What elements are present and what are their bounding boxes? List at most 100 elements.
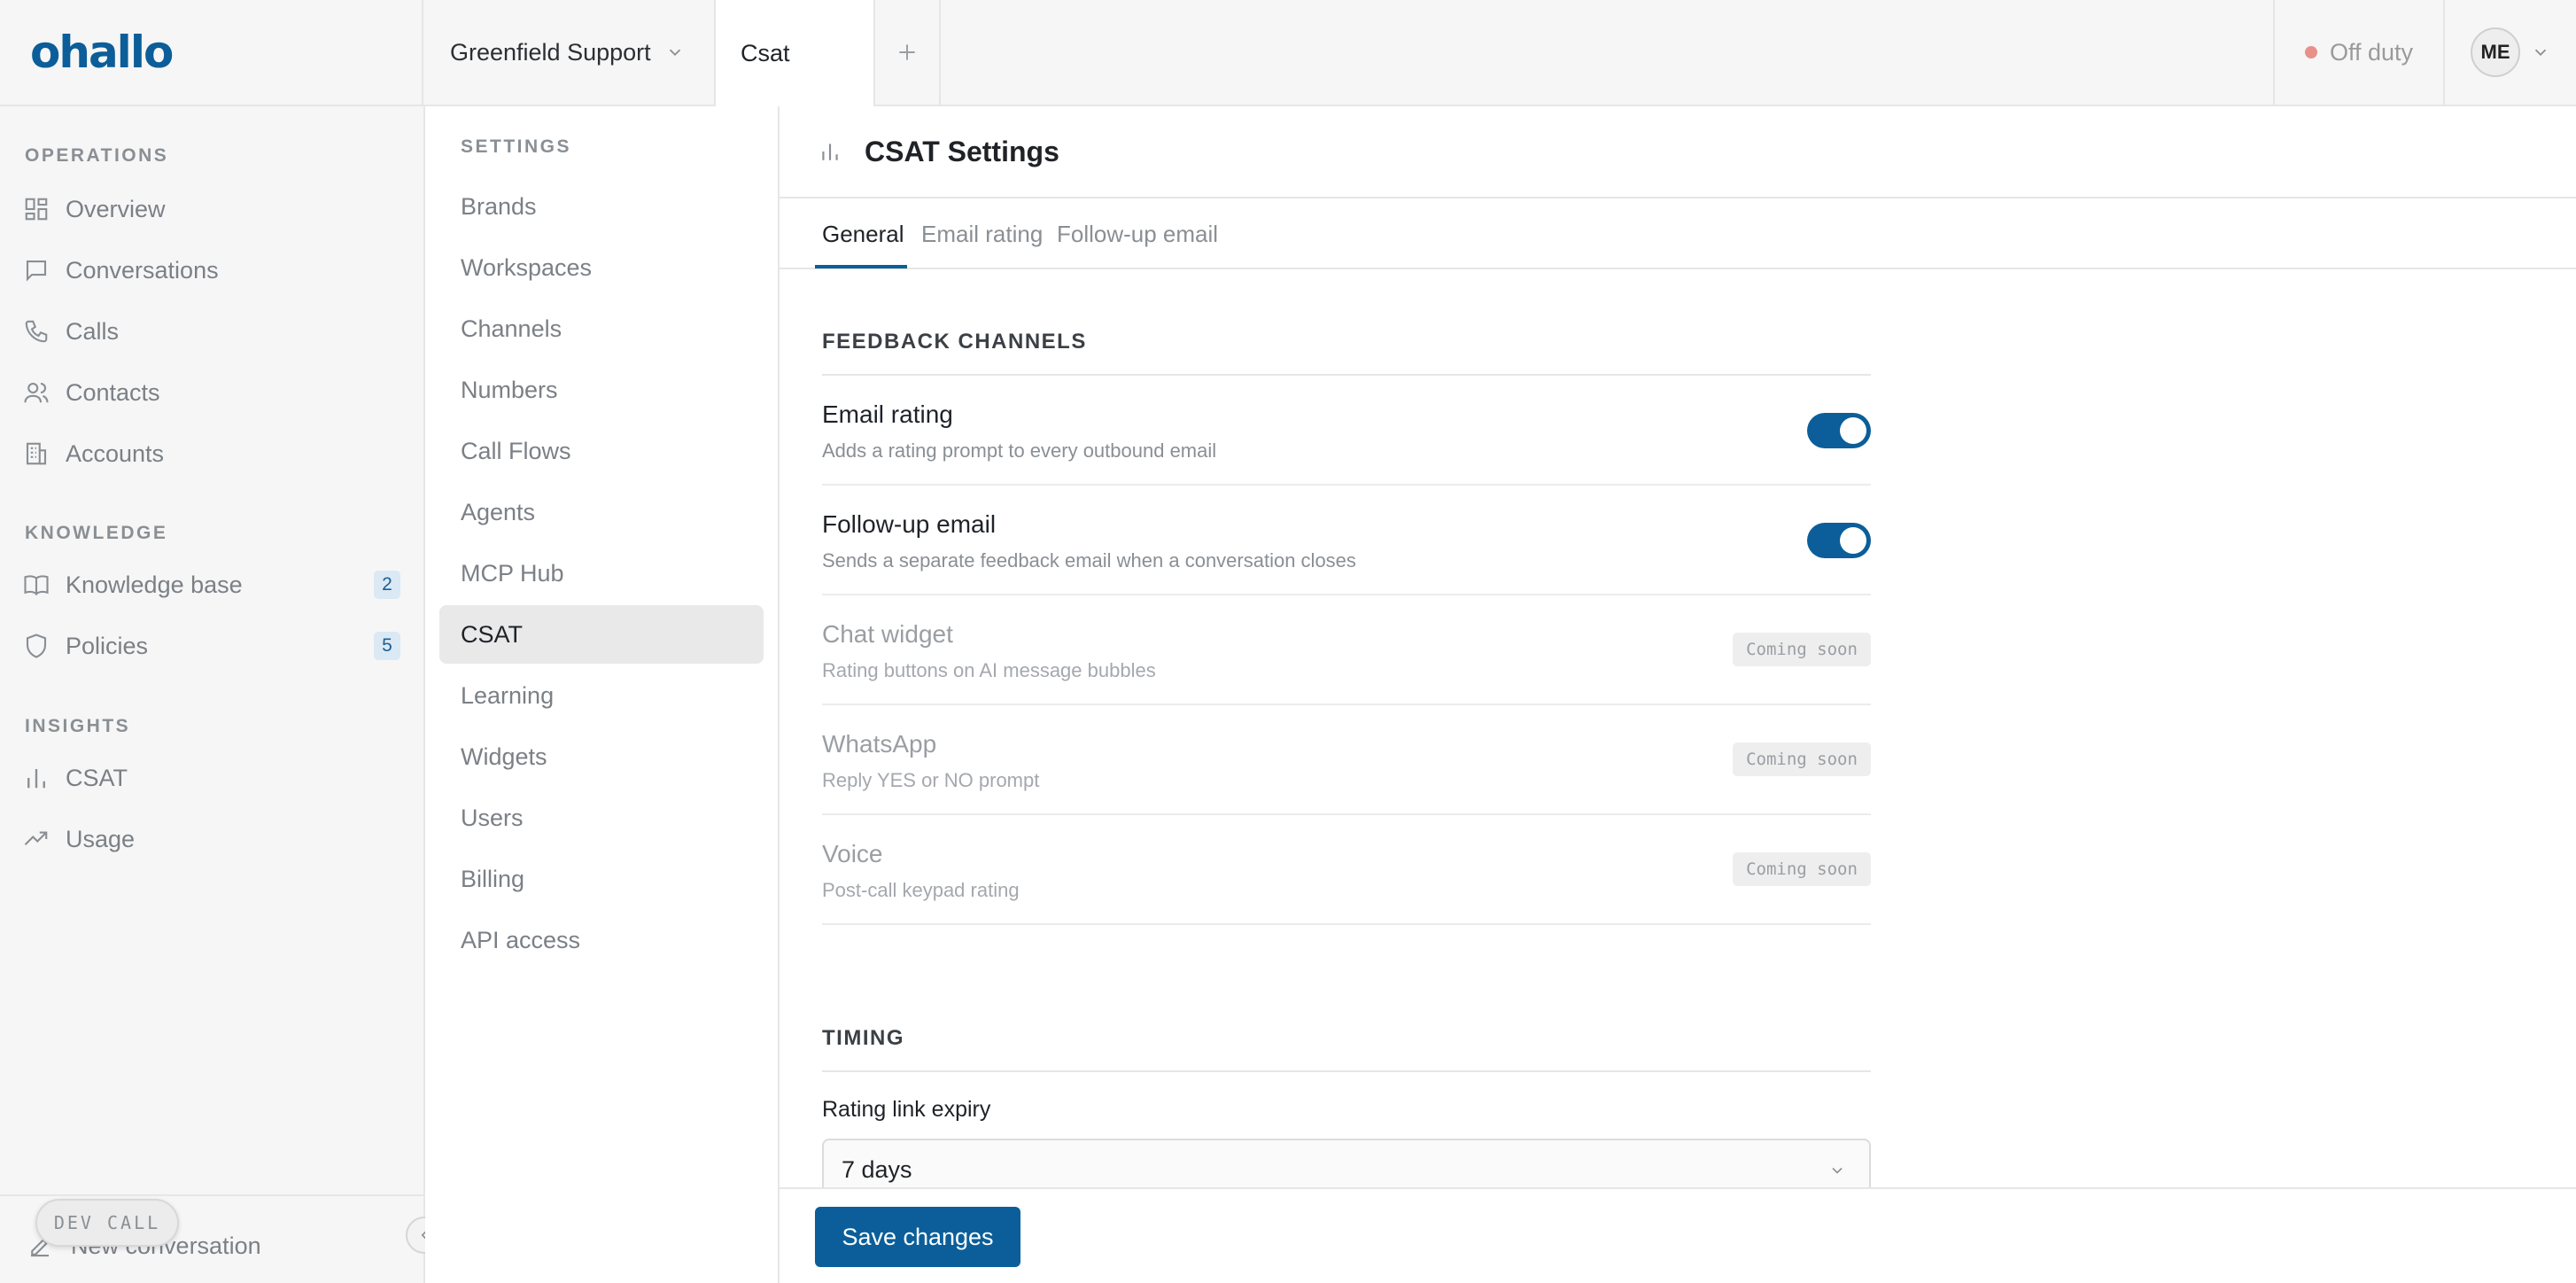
sidebar-item-label: Knowledge base [66, 571, 243, 598]
channel-description: Sends a separate feedback email when a c… [822, 549, 1356, 572]
plus-icon [899, 44, 915, 60]
shield-icon [26, 634, 47, 658]
chat-icon [26, 260, 47, 282]
count-badge: 2 [374, 571, 400, 599]
logo-text: ohallo [30, 27, 174, 78]
coming-soon-badge: Coming soon [1733, 743, 1871, 776]
tab-follow-up-email[interactable]: Follow-up email [1057, 198, 1218, 269]
sidebar-item-conversations[interactable]: Conversations [23, 247, 400, 293]
channel-description: Rating buttons on AI message bubbles [822, 659, 1156, 681]
sidebar-item-label: Policies [66, 632, 149, 659]
settings-item-agents[interactable]: Agents [439, 483, 764, 541]
user-menu[interactable]: ME [2443, 0, 2576, 105]
section-label-insights: INSIGHTS [25, 716, 131, 736]
sidebar-item-contacts[interactable]: Contacts [23, 369, 400, 416]
sidebar-item-csat[interactable]: CSAT [23, 755, 400, 801]
settings-item-billing[interactable]: Billing [439, 850, 764, 908]
tab-email-rating[interactable]: Email rating [921, 198, 1043, 269]
sidebar-item-label: Contacts [66, 378, 160, 406]
sidebar-item-label: Conversations [66, 256, 219, 284]
tab-bar: General Email rating Follow-up email [780, 198, 2576, 269]
settings-item-learning[interactable]: Learning [439, 666, 764, 725]
channel-row-follow-up-email: Follow-up email Sends a separate feedbac… [822, 486, 1871, 595]
bar-chart-icon [822, 144, 838, 160]
section-label-operations: OPERATIONS [25, 145, 169, 166]
users-icon [24, 382, 49, 403]
toggle-knob [1840, 527, 1866, 554]
sidebar-item-label: Overview [66, 195, 166, 222]
book-icon [24, 575, 49, 595]
count-badge: 5 [374, 632, 400, 660]
settings-item-widgets[interactable]: Widgets [439, 727, 764, 786]
sidebar-item-label: Accounts [66, 439, 165, 467]
channel-title: Chat widget [822, 620, 953, 648]
settings-item-mcp-hub[interactable]: MCP Hub [439, 544, 764, 603]
select-value: 7 days [842, 1155, 912, 1183]
channel-row-email-rating: Email rating Adds a rating prompt to eve… [822, 376, 1871, 486]
settings-item-users[interactable]: Users [439, 789, 764, 847]
channel-description: Post-call keypad rating [822, 879, 1020, 901]
logo-area: ohallo [0, 0, 423, 105]
duty-status-label: Off duty [2329, 38, 2414, 66]
channel-row-voice: Voice Post-call keypad rating Coming soo… [822, 815, 1871, 925]
settings-item-api-access[interactable]: API access [439, 911, 764, 969]
channel-description: Adds a rating prompt to every outbound e… [822, 439, 1217, 462]
channel-title: Email rating [822, 400, 953, 428]
bar-chart-icon [27, 769, 45, 789]
grid-icon [25, 198, 48, 221]
tab-csat[interactable]: Csat [716, 0, 875, 106]
section-title-feedback-channels: FEEDBACK CHANNELS [822, 330, 1087, 354]
coming-soon-badge: Coming soon [1733, 633, 1871, 666]
sidebar-item-label: Usage [66, 825, 136, 852]
sidebar-item-label: CSAT [66, 764, 128, 791]
top-bar: ohallo Greenfield Support Csat Off duty … [0, 0, 2576, 106]
settings-item-channels[interactable]: Channels [439, 299, 764, 358]
settings-item-numbers[interactable]: Numbers [439, 361, 764, 419]
avatar: ME [2471, 27, 2520, 77]
sidebar-item-calls[interactable]: Calls [23, 308, 400, 354]
building-icon [26, 442, 47, 465]
channel-row-chat-widget: Chat widget Rating buttons on AI message… [822, 595, 1871, 705]
dev-call-button[interactable]: DEV CALL [35, 1199, 179, 1247]
main-content: CSAT Settings General Email rating Follo… [780, 106, 2576, 1283]
settings-item-workspaces[interactable]: Workspaces [439, 238, 764, 297]
tab-csat-label: Csat [741, 39, 790, 66]
page-header: CSAT Settings [780, 106, 2576, 198]
sidebar-item-knowledge-base[interactable]: Knowledge base 2 [23, 562, 400, 608]
duty-status[interactable]: Off duty [2273, 0, 2443, 105]
section-divider [822, 1070, 1871, 1072]
add-tab-button[interactable] [875, 0, 941, 105]
settings-label: SETTINGS [461, 136, 572, 157]
sidebar-item-overview[interactable]: Overview [23, 186, 400, 232]
settings-item-call-flows[interactable]: Call Flows [439, 422, 764, 480]
logo[interactable]: ohallo [30, 27, 174, 78]
sidebar-item-accounts[interactable]: Accounts [23, 431, 400, 477]
status-dot-icon [2304, 46, 2317, 58]
settings-item-csat[interactable]: CSAT [439, 605, 764, 664]
toggle-knob [1840, 417, 1866, 444]
footer-bar: Save changes [780, 1187, 2576, 1283]
channel-title: Follow-up email [822, 510, 997, 538]
sidebar-item-label: Calls [66, 317, 120, 345]
save-changes-button[interactable]: Save changes [815, 1207, 1020, 1267]
section-title-timing: TIMING [822, 1026, 904, 1050]
sidebar-item-usage[interactable]: Usage [23, 816, 400, 862]
rating-link-expiry-label: Rating link expiry [822, 1097, 991, 1122]
chevron-down-icon [2534, 49, 2547, 57]
section-label-knowledge: KNOWLEDGE [25, 523, 168, 543]
coming-soon-badge: Coming soon [1733, 852, 1871, 886]
channel-title: Voice [822, 840, 883, 867]
follow-up-email-toggle[interactable] [1807, 523, 1871, 558]
sidebar-item-policies[interactable]: Policies 5 [23, 623, 400, 669]
active-tab-indicator [815, 265, 907, 268]
channel-title: WhatsApp [822, 730, 937, 758]
settings-nav: SETTINGS Brands Workspaces Channels Numb… [425, 106, 780, 1283]
top-spacer [941, 0, 2273, 105]
chevron-down-icon [1832, 1167, 1843, 1174]
workspace-switcher[interactable]: Greenfield Support [423, 0, 716, 105]
trend-icon [24, 831, 48, 846]
settings-item-brands[interactable]: Brands [439, 177, 764, 236]
channel-description: Reply YES or NO prompt [822, 769, 1040, 791]
tab-general[interactable]: General [822, 198, 904, 269]
email-rating-toggle[interactable] [1807, 413, 1871, 448]
